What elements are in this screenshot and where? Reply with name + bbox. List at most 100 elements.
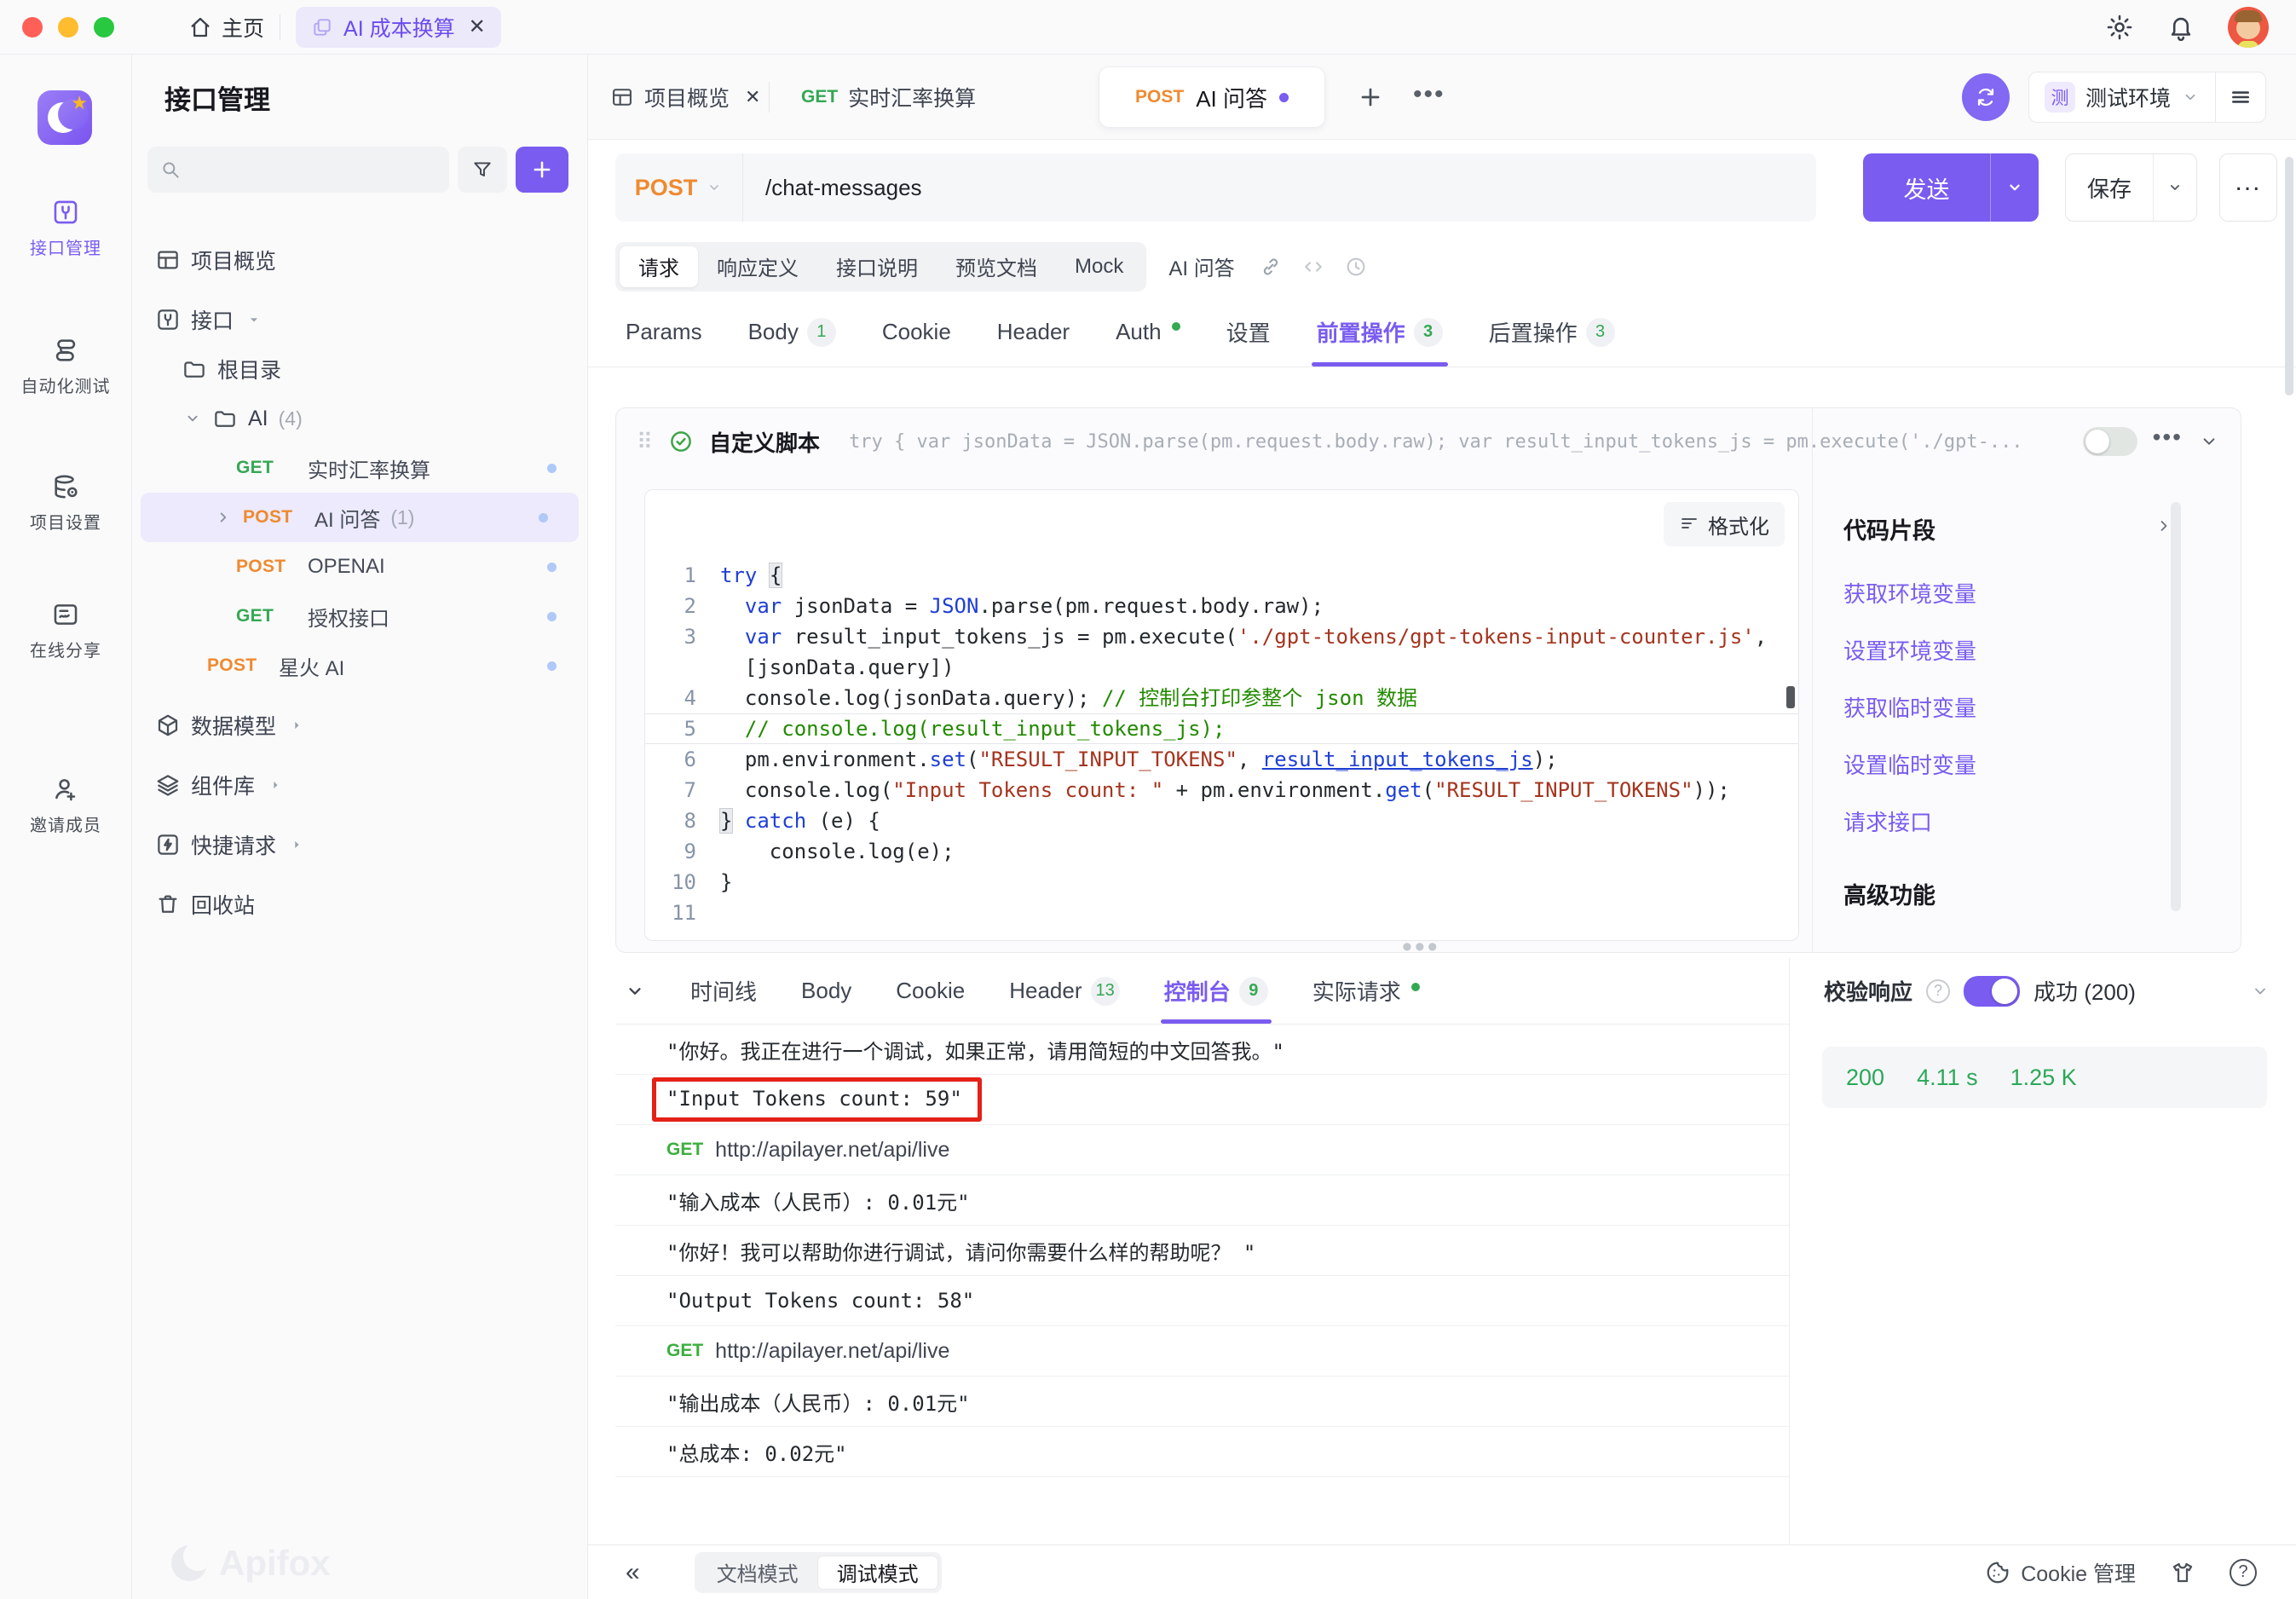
tree-item-ai[interactable]: AI(4) xyxy=(132,394,587,443)
environment-selector[interactable]: 测 测试环境 xyxy=(2028,72,2266,123)
method-badge: GET xyxy=(666,1140,703,1160)
tab-exchange-rate[interactable]: GET 实时汇率换算 xyxy=(801,55,976,140)
request-tab-0[interactable]: 请求 xyxy=(620,246,698,287)
tree-item-实时汇率换算[interactable]: GET实时汇率换算 xyxy=(132,443,587,493)
format-button[interactable]: 格式化 xyxy=(1664,502,1785,546)
environment-menu-icon[interactable] xyxy=(2216,86,2265,108)
rail-item-online-share[interactable]: 在线分享 xyxy=(0,600,131,661)
request-tab-2[interactable]: 接口说明 xyxy=(817,246,937,287)
notifications-bell-icon[interactable] xyxy=(2166,13,2195,42)
collapse-console-chevron-icon[interactable] xyxy=(624,980,646,1002)
section-tab-Header[interactable]: Header xyxy=(997,297,1070,367)
section-tab-设置[interactable]: 设置 xyxy=(1226,297,1271,367)
drag-handle-icon[interactable]: ⠿ xyxy=(637,429,653,455)
snippet-link-4[interactable]: 请求接口 xyxy=(1843,805,1932,837)
save-button[interactable]: 保存 xyxy=(2065,153,2197,222)
response-tab-Cookie[interactable]: Cookie xyxy=(896,958,965,1024)
window-controls[interactable] xyxy=(22,17,114,38)
snippet-link-3[interactable]: 设置临时变量 xyxy=(1843,748,1976,780)
rail-item-project-settings[interactable]: 项目设置 xyxy=(0,472,131,534)
collapse-sidebar-icon[interactable]: « xyxy=(626,1558,640,1587)
snippet-link-2[interactable]: 获取临时变量 xyxy=(1843,691,1976,723)
section-tab-Body[interactable]: Body1 xyxy=(748,297,836,367)
tab-overflow-menu-icon[interactable]: ••• xyxy=(1413,82,1444,113)
rail-item-api-management[interactable]: 接口管理 xyxy=(0,198,131,259)
tab-project-overview[interactable]: 项目概览 ✕ xyxy=(610,55,760,140)
caret-right-icon[interactable] xyxy=(288,836,305,853)
add-api-button[interactable] xyxy=(516,147,568,193)
doc-mode-button[interactable]: 文档模式 xyxy=(698,1556,817,1590)
response-tab-时间线[interactable]: 时间线 xyxy=(690,958,757,1024)
request-tab-1[interactable]: 响应定义 xyxy=(698,246,817,287)
rail-item-automated-testing[interactable]: 自动化测试 xyxy=(0,336,131,397)
tree-item-快捷请求[interactable]: 快捷请求 xyxy=(132,820,587,869)
snippet-link-1[interactable]: 设置环境变量 xyxy=(1843,634,1976,666)
tree-item-组件库[interactable]: 组件库 xyxy=(132,760,587,810)
new-tab-plus-icon[interactable] xyxy=(1355,82,1386,113)
close-tab-icon[interactable]: ✕ xyxy=(745,86,760,108)
workspace-tab[interactable]: AI 成本换算 ✕ xyxy=(296,7,501,48)
history-clock-icon[interactable] xyxy=(1344,255,1368,279)
url-input[interactable]: /chat-messages xyxy=(743,175,922,201)
snippet-link-0[interactable]: 获取环境变量 xyxy=(1843,577,1976,609)
tree-item-星火-ai[interactable]: POST星火 AI xyxy=(132,641,587,690)
avatar[interactable] xyxy=(2228,7,2269,48)
tab-label: 项目概览 xyxy=(644,82,730,113)
tab-ai-qa-active[interactable]: POST AI 问答 xyxy=(1099,66,1325,128)
check-circle-icon xyxy=(668,429,694,454)
maximize-window-button[interactable] xyxy=(94,17,114,38)
send-button[interactable]: 发送 xyxy=(1863,153,2039,222)
tree-item-ai-问答[interactable]: POSTAI 问答(1) xyxy=(141,493,579,542)
close-workspace-tab-icon[interactable]: ✕ xyxy=(469,14,486,39)
caret-down-icon[interactable] xyxy=(245,311,262,328)
theme-tshirt-icon[interactable] xyxy=(2170,1560,2195,1585)
request-tab-3[interactable]: 预览文档 xyxy=(937,246,1056,287)
minimize-window-button[interactable] xyxy=(58,17,78,38)
snippets-scrollbar[interactable] xyxy=(2171,502,2181,911)
tree-item-授权接口[interactable]: GET授权接口 xyxy=(132,592,587,641)
section-tab-后置操作[interactable]: 后置操作3 xyxy=(1489,297,1615,367)
response-tab-实际请求[interactable]: 实际请求 xyxy=(1312,958,1420,1024)
tree-item-openai[interactable]: POSTOPENAI xyxy=(132,542,587,592)
section-tab-Cookie[interactable]: Cookie xyxy=(882,297,951,367)
request-more-button[interactable]: ... xyxy=(2219,153,2277,222)
response-tab-Header[interactable]: Header13 xyxy=(1009,958,1120,1024)
section-tab-Params[interactable]: Params xyxy=(626,297,702,367)
validate-response-toggle[interactable] xyxy=(1964,976,2020,1007)
close-window-button[interactable] xyxy=(22,17,43,38)
main-scrollbar-thumb[interactable] xyxy=(2285,157,2293,395)
editor-scrollbar-thumb[interactable] xyxy=(1786,686,1795,708)
code-editor[interactable]: 1try {2 var jsonData = JSON.parse(pm.req… xyxy=(645,560,1798,928)
tree-item-项目概览[interactable]: 项目概览 xyxy=(132,235,587,285)
app-logo[interactable]: ★ xyxy=(37,90,92,145)
rail-item-invite-members[interactable]: 邀请成员 xyxy=(0,775,131,836)
response-tab-控制台[interactable]: 控制台9 xyxy=(1164,958,1268,1024)
share-link-icon[interactable] xyxy=(1259,255,1283,279)
help-icon[interactable]: ? xyxy=(1926,979,1950,1003)
home-button[interactable]: 主页 xyxy=(187,12,264,43)
cookie-manager-button[interactable]: Cookie 管理 xyxy=(1985,1557,2136,1588)
section-tab-Auth[interactable]: Auth xyxy=(1116,297,1180,367)
chevron-down-icon[interactable] xyxy=(2250,981,2270,1002)
search-input[interactable] xyxy=(147,147,449,193)
code-line: 1try { xyxy=(645,560,1798,591)
chevron-right-icon[interactable] xyxy=(214,508,233,527)
sync-button[interactable] xyxy=(1962,73,2010,121)
tree-item-根目录[interactable]: 根目录 xyxy=(132,344,587,394)
tree-item-接口[interactable]: 接口 xyxy=(132,295,587,344)
section-tab-前置操作[interactable]: 前置操作3 xyxy=(1317,297,1443,367)
tab-ai-qa-view[interactable]: AI 问答 xyxy=(1168,251,1234,281)
caret-right-icon[interactable] xyxy=(288,717,305,734)
tree-item-数据模型[interactable]: 数据模型 xyxy=(132,701,587,750)
help-question-icon[interactable]: ? xyxy=(2230,1559,2257,1586)
settings-gear-icon[interactable] xyxy=(2105,13,2134,42)
debug-mode-button[interactable]: 调试模式 xyxy=(817,1556,938,1590)
tree-item-回收站[interactable]: 回收站 xyxy=(132,880,587,929)
caret-right-icon[interactable] xyxy=(267,776,284,794)
request-tab-4[interactable]: Mock xyxy=(1056,246,1142,287)
filter-button[interactable] xyxy=(458,147,507,193)
response-tab-Body[interactable]: Body xyxy=(801,958,851,1024)
generate-code-icon[interactable] xyxy=(1301,255,1325,279)
method-select[interactable]: POST xyxy=(615,153,743,222)
chevron-down-icon[interactable] xyxy=(183,409,202,428)
